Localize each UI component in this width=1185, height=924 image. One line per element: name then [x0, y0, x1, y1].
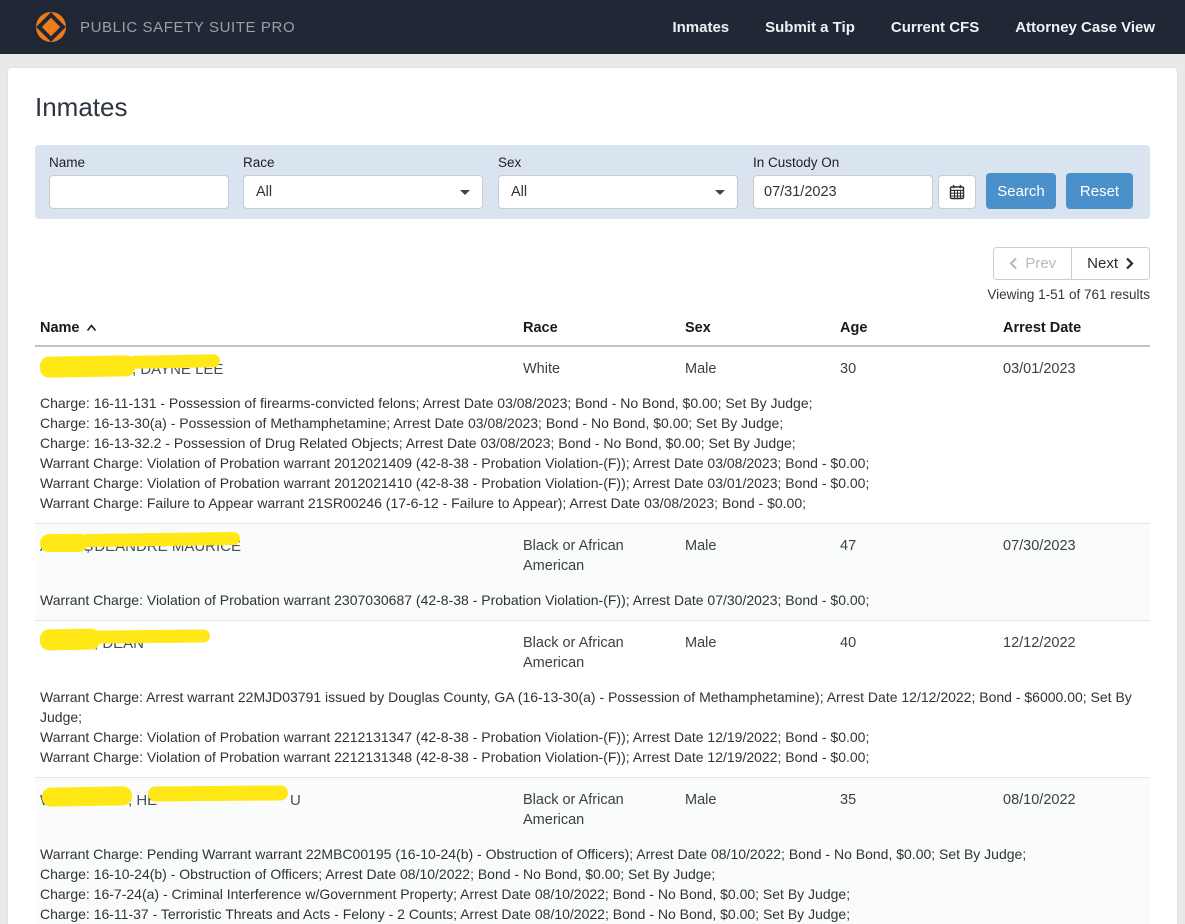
- nav-item-attorney-case-view[interactable]: Attorney Case View: [1015, 19, 1155, 36]
- table-header-row: Name Race Sex Age Arrest Date: [35, 314, 1150, 347]
- charge-line: Warrant Charge: Violation of Probation w…: [40, 455, 870, 471]
- charge-line: Charge: 16-11-37 - Terroristic Threats a…: [40, 906, 851, 922]
- race-value: White: [523, 361, 561, 377]
- inmate-row: , DAYNE LEE White Male 30 03/01/2023: [39, 354, 1150, 379]
- charge-line: Charge: 16-10-24(b) - Obstruction of Off…: [40, 866, 716, 882]
- prev-page-button[interactable]: Prev: [994, 248, 1073, 279]
- top-navbar: PUBLIC SAFETY SUITE PRO Inmates Submit a…: [0, 0, 1185, 54]
- chevron-right-icon: [1126, 257, 1134, 270]
- chevron-down-icon: [715, 189, 725, 195]
- nav-item-submit-a-tip[interactable]: Submit a Tip: [765, 19, 855, 36]
- arrest-date-value: 12/12/2022: [1003, 635, 1076, 651]
- redacted-name: ADAMS, DEANDRE MAURICE: [39, 531, 523, 556]
- name-filter-label: Name: [49, 155, 86, 170]
- redaction-highlight-mark: [91, 629, 211, 644]
- charge-line: Charge: 16-7-24(a) - Criminal Interferen…: [40, 886, 851, 902]
- next-page-button[interactable]: Next: [1072, 248, 1149, 279]
- charges-block: Warrant Charge: Pending Warrant warrant …: [40, 844, 1150, 924]
- charges-block: Warrant Charge: Arrest warrant 22MJD0379…: [40, 687, 1150, 767]
- race-value: Black or African American: [523, 635, 624, 671]
- redaction-highlight-mark: [41, 786, 133, 807]
- column-header-age[interactable]: Age: [840, 320, 1003, 336]
- charge-line: Warrant Charge: Violation of Probation w…: [40, 729, 870, 745]
- redaction-highlight-mark: [79, 531, 241, 548]
- charge-line: Warrant Charge: Arrest warrant 22MJD0379…: [40, 689, 1132, 725]
- race-value: Black or African American: [523, 792, 624, 828]
- chevron-left-icon: [1009, 257, 1018, 270]
- redaction-highlight-mark: [39, 355, 136, 378]
- redacted-name: , DAYNE LEE: [39, 354, 523, 379]
- inmate-entry[interactable]: , DAYNE LEE White Male 30 03/01/2023 Cha…: [35, 347, 1150, 523]
- redaction-highlight-mark: [39, 628, 101, 651]
- sort-asc-icon: [86, 324, 96, 331]
- charge-line: Charge: 16-11-131 - Possession of firear…: [40, 395, 813, 411]
- age-value: 30: [840, 361, 857, 377]
- arrest-date-value: 03/01/2023: [1003, 361, 1076, 377]
- charge-line: Charge: 16-13-30(a) - Possession of Meth…: [40, 415, 784, 431]
- inmate-list: , DAYNE LEE White Male 30 03/01/2023 Cha…: [35, 347, 1150, 924]
- charges-block: Warrant Charge: Violation of Probation w…: [40, 590, 1150, 610]
- nav-links: Inmates Submit a Tip Current CFS Attorne…: [672, 19, 1155, 36]
- app-logo-icon: [36, 12, 66, 42]
- age-value: 40: [840, 635, 857, 651]
- inmate-row: ADAMS, DEANDRE MAURICE Black or African …: [39, 531, 1150, 576]
- column-header-arrest-date[interactable]: Arrest Date: [1003, 320, 1150, 336]
- sex-value: Male: [685, 361, 717, 377]
- redacted-name: W, HEU: [40, 785, 523, 810]
- custody-date-input[interactable]: [753, 175, 933, 209]
- reset-button[interactable]: Reset: [1066, 173, 1133, 209]
- calendar-icon: [949, 185, 965, 200]
- inmate-entry[interactable]: W, HEU Black or African American Male 35…: [35, 777, 1150, 924]
- age-value: 35: [840, 792, 857, 808]
- redacted-name: S, DEAN: [39, 628, 523, 653]
- column-header-race[interactable]: Race: [523, 320, 685, 336]
- arrest-date-value: 08/10/2022: [1003, 792, 1076, 808]
- arrest-date-value: 07/30/2023: [1003, 538, 1076, 554]
- sex-filter-select[interactable]: All: [498, 175, 738, 209]
- charge-line: Warrant Charge: Failure to Appear warran…: [40, 495, 807, 511]
- brand: PUBLIC SAFETY SUITE PRO: [36, 12, 295, 42]
- race-value: Black or African American: [523, 538, 624, 574]
- nav-item-current-cfs[interactable]: Current CFS: [891, 19, 979, 36]
- custody-filter-label: In Custody On: [753, 155, 840, 170]
- sex-value: Male: [685, 792, 717, 808]
- brand-title: PUBLIC SAFETY SUITE PRO: [80, 18, 296, 36]
- name-filter-input[interactable]: [49, 175, 229, 209]
- age-value: 47: [840, 538, 857, 554]
- race-filter-select[interactable]: All: [243, 175, 483, 209]
- charge-line: Warrant Charge: Violation of Probation w…: [40, 749, 870, 765]
- redaction-highlight-mark: [147, 785, 289, 802]
- charge-line: Warrant Charge: Violation of Probation w…: [40, 592, 870, 608]
- charge-line: Charge: 16-13-32.2 - Possession of Drug …: [40, 435, 796, 451]
- name-fragment: U: [290, 792, 301, 809]
- pagination: Prev Next Viewing 1-51 of 761 results: [35, 247, 1150, 302]
- charges-block: Charge: 16-11-131 - Possession of firear…: [40, 393, 1150, 513]
- redaction-highlight-mark: [127, 354, 221, 369]
- charge-line: Warrant Charge: Violation of Probation w…: [40, 475, 870, 491]
- chevron-down-icon: [460, 189, 470, 195]
- column-header-name[interactable]: Name: [40, 320, 523, 336]
- search-button[interactable]: Search: [986, 173, 1056, 209]
- calendar-button[interactable]: [938, 175, 976, 209]
- inmate-entry[interactable]: S, DEAN Black or African American Male 4…: [35, 620, 1150, 777]
- sex-filter-value: All: [511, 184, 528, 200]
- sex-value: Male: [685, 538, 717, 554]
- inmates-table: Name Race Sex Age Arrest Date , DAYNE LE…: [35, 314, 1150, 924]
- inmate-row: W, HEU Black or African American Male 35…: [40, 785, 1150, 830]
- nav-item-inmates[interactable]: Inmates: [672, 19, 729, 36]
- inmate-row: S, DEAN Black or African American Male 4…: [39, 628, 1150, 673]
- charge-line: Warrant Charge: Pending Warrant warrant …: [40, 846, 1027, 862]
- inmate-entry[interactable]: ADAMS, DEANDRE MAURICE Black or African …: [35, 523, 1150, 620]
- sex-value: Male: [685, 635, 717, 651]
- results-summary: Viewing 1-51 of 761 results: [987, 287, 1150, 302]
- race-filter-value: All: [256, 184, 273, 200]
- column-header-sex[interactable]: Sex: [685, 320, 840, 336]
- page-title: Inmates: [35, 92, 128, 122]
- sex-filter-label: Sex: [498, 155, 522, 170]
- content-card: Inmates Name Race All Sex All In Custody…: [8, 68, 1177, 924]
- race-filter-label: Race: [243, 155, 275, 170]
- filter-panel: Name Race All Sex All In Custody On 07/3…: [35, 145, 1150, 219]
